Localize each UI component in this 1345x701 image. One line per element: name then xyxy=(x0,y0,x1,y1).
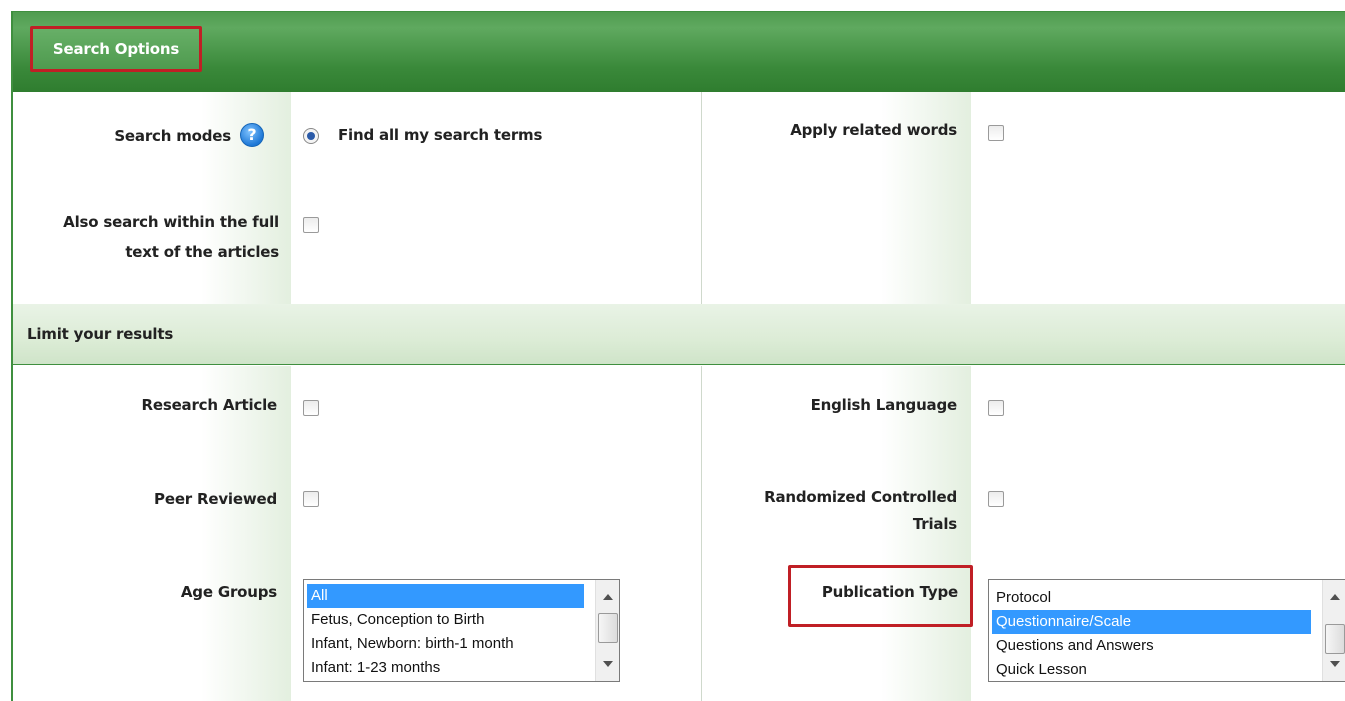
age-groups-option[interactable]: Infant, Newborn: birth-1 month xyxy=(307,632,584,656)
publication-type-label: Publication Type xyxy=(821,583,958,601)
help-icon[interactable]: ? xyxy=(240,123,264,147)
publication-type-option[interactable]: Quick Lesson xyxy=(992,658,1311,681)
panel-header: Search Options xyxy=(13,12,1345,92)
english-language-checkbox[interactable] xyxy=(988,400,1004,416)
limit-results-title: Limit your results xyxy=(27,325,174,343)
column-divider-top xyxy=(701,92,702,304)
age-groups-listbox[interactable]: All Fetus, Conception to Birth Infant, N… xyxy=(303,579,620,682)
age-groups-scrollbar[interactable] xyxy=(595,580,619,681)
column-divider-bottom xyxy=(701,366,702,701)
apply-related-words-label: Apply related words xyxy=(790,121,957,139)
peer-reviewed-checkbox[interactable] xyxy=(303,491,319,507)
scroll-down-arrow-icon[interactable] xyxy=(1330,661,1340,667)
search-modes-label: Search modes xyxy=(114,127,231,145)
scroll-up-arrow-icon[interactable] xyxy=(1330,594,1340,600)
age-groups-option[interactable]: Fetus, Conception to Birth xyxy=(307,608,584,632)
search-options-title: Search Options xyxy=(30,26,202,72)
publication-type-option[interactable]: Protocol xyxy=(992,586,1311,610)
research-article-label: Research Article xyxy=(141,396,278,414)
apply-related-words-checkbox[interactable] xyxy=(988,125,1004,141)
age-groups-option[interactable]: All xyxy=(307,584,584,608)
age-groups-option[interactable]: Infant: 1-23 months xyxy=(307,656,584,680)
scroll-thumb[interactable] xyxy=(598,613,618,643)
publication-type-option[interactable]: Questionnaire/Scale xyxy=(992,610,1311,634)
rct-checkbox[interactable] xyxy=(988,491,1004,507)
search-options-panel: Search Options Search modes ? Find all m… xyxy=(11,11,1345,701)
full-text-label-line2: text of the articles xyxy=(125,243,279,261)
age-groups-label: Age Groups xyxy=(180,583,277,601)
scroll-up-arrow-icon[interactable] xyxy=(603,594,613,600)
full-text-checkbox[interactable] xyxy=(303,217,319,233)
english-language-label: English Language xyxy=(810,396,958,414)
scroll-down-arrow-icon[interactable] xyxy=(603,661,613,667)
rct-label-line1: Randomized Controlled xyxy=(764,488,957,506)
find-all-terms-radio[interactable] xyxy=(303,128,319,144)
radio-selected-dot xyxy=(307,132,315,140)
rct-label-line2: Trials xyxy=(912,515,957,533)
full-text-label-line1: Also search within the full xyxy=(63,213,279,231)
research-article-checkbox[interactable] xyxy=(303,400,319,416)
peer-reviewed-label: Peer Reviewed xyxy=(154,490,277,508)
publication-type-option[interactable]: Questions and Answers xyxy=(992,634,1311,658)
find-all-terms-label: Find all my search terms xyxy=(338,126,543,144)
publication-type-listbox[interactable]: Protocol Questionnaire/Scale Questions a… xyxy=(988,579,1345,682)
scroll-thumb[interactable] xyxy=(1325,624,1345,654)
limit-results-header: Limit your results xyxy=(13,304,1345,365)
publication-type-scrollbar[interactable] xyxy=(1322,580,1345,681)
